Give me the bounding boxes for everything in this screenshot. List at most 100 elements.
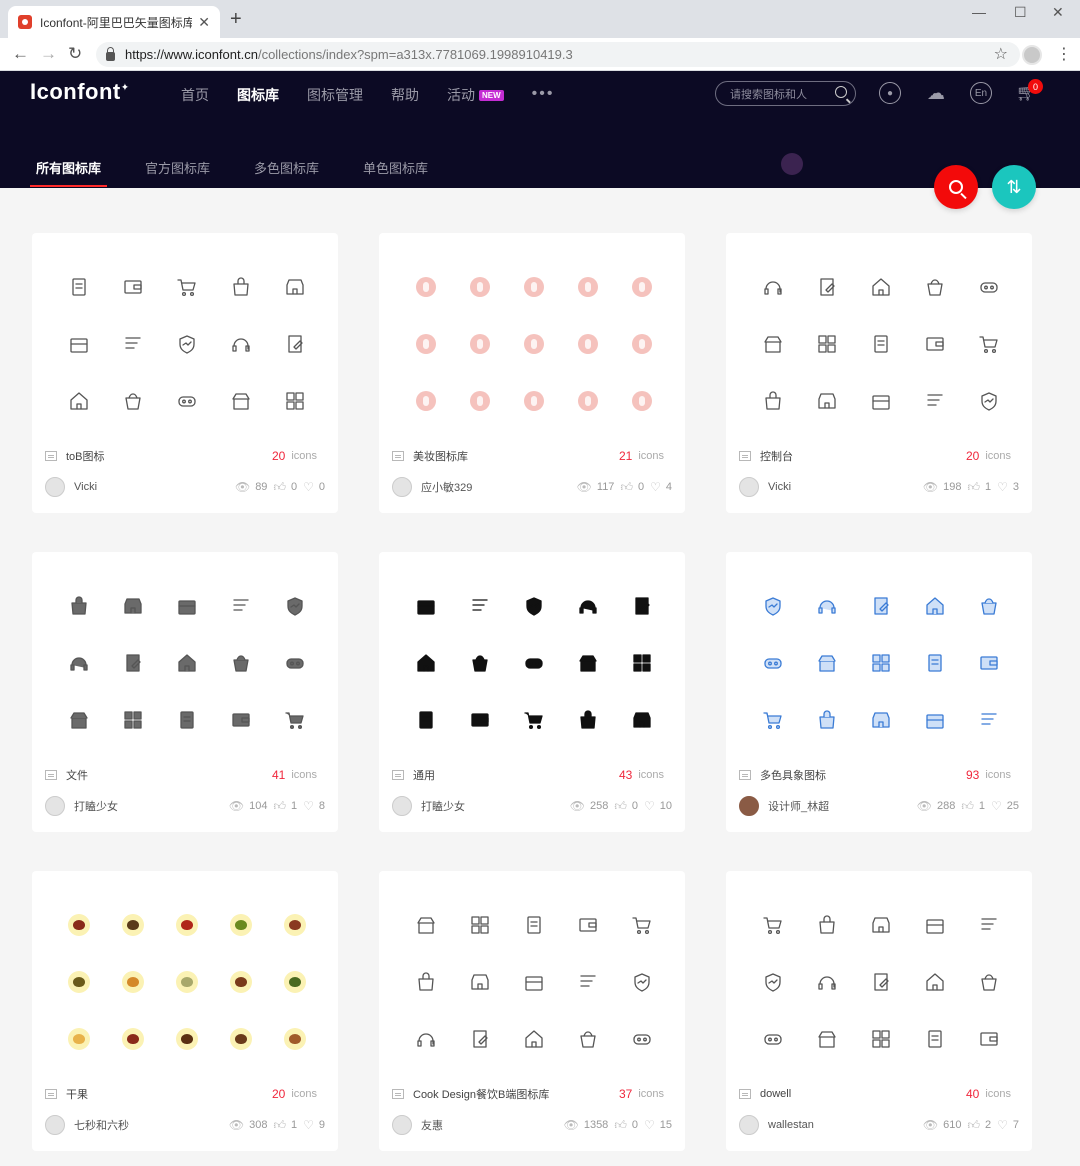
window-close-icon[interactable]: ✕ [1052, 4, 1064, 21]
library-card[interactable]: dowell 40 icons wallestan 👁︎ 610 👍︎ 2 ♡ 7 [726, 871, 1032, 1151]
favorites-stat[interactable]: ♡ 0 [303, 480, 325, 494]
favorites-stat[interactable]: ♡ 10 [644, 799, 672, 813]
library-name[interactable]: 文件 [66, 767, 272, 783]
nav-events[interactable]: 活动 NEW [447, 85, 504, 105]
more-dots-icon[interactable]: ••• [532, 85, 555, 105]
author-name[interactable]: Vicki [74, 481, 229, 493]
likes-stat[interactable]: 👍︎ 1 [967, 480, 991, 495]
library-card[interactable]: toB图标 20 icons Vicki 👁︎ 89 👍︎ 0 ♡ 0 [32, 233, 338, 513]
sort-fab-button[interactable]: ⇅ [992, 165, 1036, 209]
likes-stat[interactable]: 👍︎ 0 [614, 1118, 638, 1133]
author-name[interactable]: 友惠 [421, 1117, 558, 1133]
maximize-icon[interactable]: ☐ [1014, 4, 1027, 21]
likes-stat[interactable]: 👍︎ 1 [273, 799, 297, 814]
library-name[interactable]: 多色具象图标 [760, 767, 966, 783]
favorites-stat[interactable]: ♡ 7 [997, 1118, 1019, 1132]
author-name[interactable]: 设计师_林超 [768, 798, 911, 814]
library-card[interactable]: 美妆图标库 21 icons 应小敏329 👁︎ 117 👍︎ 0 ♡ 4 [379, 233, 685, 513]
nav-icon-library[interactable]: 图标库 [237, 85, 279, 105]
nav-help[interactable]: 帮助 [391, 85, 419, 105]
close-icon[interactable]: ✕ [198, 14, 210, 31]
likes-stat[interactable]: 👍︎ 1 [273, 1118, 297, 1133]
bookmark-star-icon[interactable]: ☆ [994, 44, 1008, 64]
thumbs-up-icon: 👍︎ [614, 1117, 627, 1132]
new-tab-plus-icon[interactable]: + [230, 8, 242, 31]
url-field[interactable]: https://www.iconfont.cn/collections/inde… [96, 42, 1020, 67]
search-fab-button[interactable] [934, 165, 978, 209]
library-name[interactable]: 美妆图标库 [413, 448, 619, 464]
author-name[interactable]: 应小敏329 [421, 479, 571, 495]
likes-stat[interactable]: 👍︎ 0 [614, 799, 638, 814]
library-card[interactable]: 控制台 20 icons Vicki 👁︎ 198 👍︎ 1 ♡ 3 [726, 233, 1032, 513]
library-icon-preview [52, 315, 106, 372]
library-icon-preview [268, 896, 322, 953]
author-avatar[interactable] [392, 477, 412, 497]
tab-official-libraries[interactable]: 官方图标库 [139, 156, 216, 187]
library-tabs: 所有图标库 官方图标库 多色图标库 单色图标库 [30, 156, 466, 187]
card-meta: 应小敏329 👁︎ 117 👍︎ 0 ♡ 4 [392, 476, 672, 498]
library-card[interactable]: Cook Design餐饮B端图标库 37 icons 友惠 👁︎ 1358 👍︎ 0 ♡ 15 [379, 871, 685, 1151]
library-name[interactable]: 通用 [413, 767, 619, 783]
library-card[interactable]: 通用 43 icons 打瞌少女 👁︎ 258 👍︎ 0 ♡ 10 [379, 552, 685, 832]
author-avatar[interactable] [739, 1115, 759, 1135]
likes-stat[interactable]: 👍︎ 0 [620, 480, 644, 495]
library-name[interactable]: 控制台 [760, 448, 966, 464]
reload-icon[interactable]: ↻ [68, 44, 82, 64]
favorites-stat[interactable]: ♡ 25 [991, 799, 1019, 813]
library-name[interactable]: toB图标 [66, 448, 272, 464]
likes-stat[interactable]: 👍︎ 1 [961, 799, 985, 814]
browser-tab[interactable]: Iconfont-阿里巴巴矢量图标库 ✕ [8, 6, 220, 38]
site-logo[interactable]: Iconfont✦ [30, 79, 130, 105]
author-name[interactable]: 七秒和六秒 [74, 1117, 223, 1133]
library-card[interactable]: 多色具象图标 93 icons 设计师_林超 👁︎ 288 👍︎ 1 ♡ 25 [726, 552, 1032, 832]
favorites-stat[interactable]: ♡ 4 [650, 480, 672, 494]
browser-menu-icon[interactable]: ⋮ [1056, 44, 1072, 64]
upload-cloud-icon[interactable]: ☁ [925, 82, 947, 104]
library-card[interactable]: 文件 41 icons 打瞌少女 👁︎ 104 👍︎ 1 ♡ 8 [32, 552, 338, 832]
tab-all-libraries[interactable]: 所有图标库 [30, 156, 108, 187]
library-icon-preview [962, 258, 1016, 315]
library-card[interactable]: 干果 20 icons 七秒和六秒 👁︎ 308 👍︎ 1 ♡ 9 [32, 871, 338, 1151]
likes-stat[interactable]: 👍︎ 2 [967, 1118, 991, 1133]
author-avatar[interactable] [739, 796, 759, 816]
author-avatar[interactable] [45, 1115, 65, 1135]
author-name[interactable]: 打瞌少女 [74, 798, 223, 814]
author-avatar[interactable] [392, 1115, 412, 1135]
library-name[interactable]: Cook Design餐饮B端图标库 [413, 1086, 619, 1102]
back-arrow-icon[interactable]: ← [12, 44, 29, 64]
views-stat: 👁︎ 104 [228, 799, 268, 813]
favorites-stat[interactable]: ♡ 9 [303, 1118, 325, 1132]
library-icon-preview [214, 1010, 268, 1067]
author-avatar[interactable] [45, 477, 65, 497]
favorites-stat[interactable]: ♡ 8 [303, 799, 325, 813]
tab-multicolor-libraries[interactable]: 多色图标库 [248, 156, 325, 187]
icon-count: 43 [618, 768, 633, 782]
library-name[interactable]: 干果 [66, 1086, 272, 1102]
author-name[interactable]: Vicki [768, 481, 917, 493]
author-name[interactable]: wallestan [768, 1119, 917, 1131]
favorites-stat[interactable]: ♡ 3 [997, 480, 1019, 494]
minimize-icon[interactable]: — [972, 4, 986, 20]
author-avatar[interactable] [392, 796, 412, 816]
library-icon-preview [399, 372, 453, 429]
nav-home[interactable]: 首页 [181, 85, 209, 105]
forward-arrow-icon[interactable]: → [40, 44, 57, 64]
author-avatar[interactable] [739, 477, 759, 497]
user-avatar-icon[interactable]: ● [879, 82, 901, 104]
author-avatar[interactable] [45, 796, 65, 816]
nav-icon-manage[interactable]: 图标管理 [307, 85, 363, 105]
iconfont-favicon-icon [18, 15, 32, 29]
author-name[interactable]: 打瞌少女 [421, 798, 564, 814]
library-icon-preview [800, 577, 854, 634]
likes-stat[interactable]: 👍︎ 0 [273, 480, 297, 495]
language-icon[interactable]: En [970, 82, 992, 104]
tab-monochrome-libraries[interactable]: 单色图标库 [357, 156, 434, 187]
library-icon-preview [399, 634, 453, 691]
views-stat: 👁︎ 198 [922, 480, 962, 494]
profile-avatar[interactable] [1022, 45, 1042, 65]
search-input[interactable]: 请搜索图标和人 [715, 81, 856, 106]
library-icon-preview [615, 634, 669, 691]
search-icon[interactable] [835, 86, 847, 98]
library-name[interactable]: dowell [760, 1088, 966, 1100]
favorites-stat[interactable]: ♡ 15 [644, 1118, 672, 1132]
